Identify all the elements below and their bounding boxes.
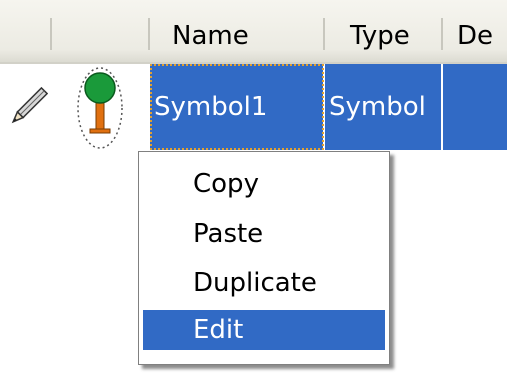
menu-item-duplicate[interactable]: Duplicate (143, 263, 385, 303)
menu-item-paste[interactable]: Paste (143, 214, 385, 254)
context-menu: Copy Paste Duplicate Edit (138, 151, 390, 365)
description-cell[interactable] (443, 64, 507, 150)
column-divider[interactable] (148, 18, 150, 50)
menu-item-copy[interactable]: Copy (143, 164, 385, 204)
table-row[interactable]: Symbol1 Symbol (0, 64, 507, 150)
column-divider[interactable] (323, 18, 325, 50)
column-divider[interactable] (441, 18, 443, 50)
column-header-name[interactable]: Name (172, 0, 322, 62)
tree-symbol-icon[interactable] (72, 66, 128, 150)
column-header-type[interactable]: Type (350, 0, 440, 62)
type-cell-text: Symbol (329, 92, 426, 122)
name-cell-text: Symbol1 (154, 92, 268, 122)
column-header-icon[interactable] (52, 0, 148, 62)
menu-item-edit[interactable]: Edit (143, 310, 385, 350)
column-header: Name Type De (0, 0, 507, 64)
column-header-description[interactable]: De (457, 0, 507, 62)
pencil-icon[interactable] (8, 82, 49, 132)
column-header-edit[interactable] (0, 0, 50, 62)
name-cell[interactable]: Symbol1 (150, 64, 323, 150)
type-cell[interactable]: Symbol (325, 64, 441, 150)
